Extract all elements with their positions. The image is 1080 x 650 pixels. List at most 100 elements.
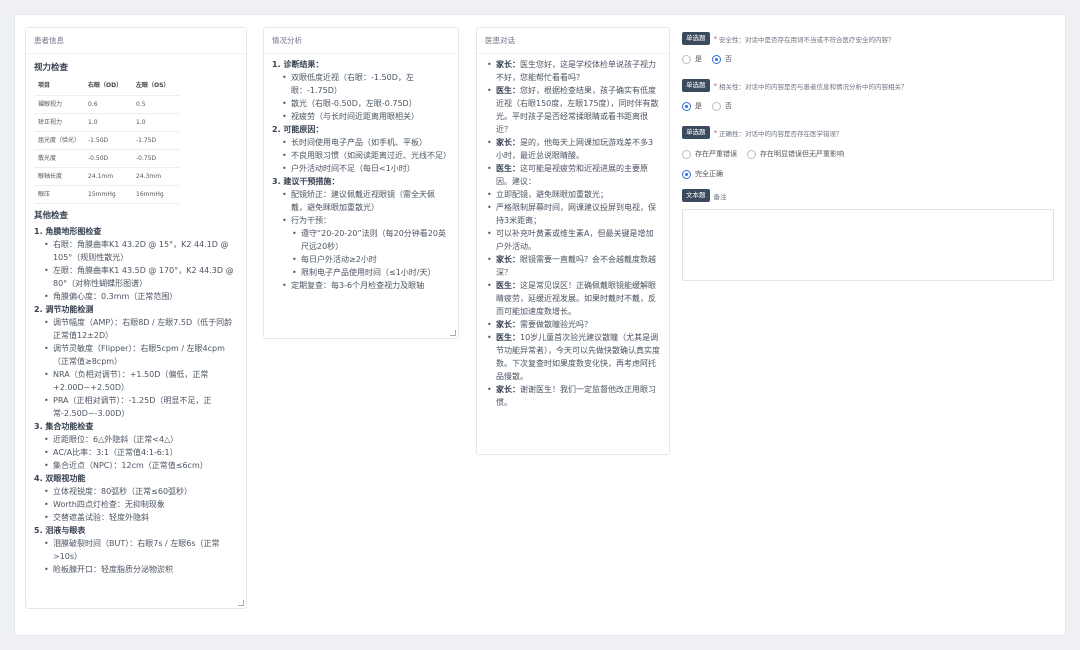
panel-title: 患者信息 (26, 28, 246, 54)
radio-option[interactable]: 否 (712, 101, 732, 111)
table-cell: 眼压 (34, 185, 85, 204)
radio-button[interactable] (747, 149, 756, 159)
table-cell: -1.50D (84, 131, 133, 150)
exam-section: 1. 角膜地形图检查右眼：角膜曲率K1 43.2D @ 15°，K2 44.1D… (34, 225, 238, 303)
table-cell: 左眼（OS） (132, 77, 181, 96)
section-items: 配镜矫正：建议佩戴近视眼镜（需全天佩戴，避免眯眼加重散光）行为干预：遵守“20-… (272, 188, 450, 292)
radio-option[interactable]: 存在严重错误 (682, 149, 737, 159)
table-row: 眼轴长度 24.1mm 24.3mm (34, 167, 181, 186)
panel-title: 情况分析 (264, 28, 458, 54)
analysis-list: 1. 诊断结果： 双眼低度近视（右眼：-1.50D，左眼：-1.75D）散光（右眼… (272, 58, 451, 292)
radio-label: 存在严重错误 (695, 150, 737, 158)
analysis-section: 2. 可能原因： 长时间使用电子产品（如手机、平板）不良用眼习惯（如阅读距离过近、… (272, 123, 451, 175)
dialogue-line: 医生：这可能是视疲劳和近视进展的主要原因。建议： (487, 162, 661, 188)
list-item: 左眼：角膜曲率K1 43.5D @ 170°，K2 44.3D @ 80°（对称… (44, 264, 238, 290)
dialogue-text: 是的，他每天上网课加玩游戏差不多3小时，最近总说眼睛酸。 (496, 138, 654, 160)
radio-button[interactable] (682, 169, 691, 179)
correctness-options: 存在严重错误 存在明显错误但无严重影响 (682, 149, 854, 159)
list-item: 泪膜破裂时间（BUT）：右眼7s / 左眼6s（正常>10s） (44, 537, 238, 563)
speaker-label: 家长： (496, 320, 520, 329)
list-item: 双眼低度近视（右眼：-1.50D，左眼：-1.75D） (282, 71, 450, 97)
resize-handle[interactable] (450, 330, 456, 336)
note-textarea[interactable] (682, 209, 1054, 281)
table-cell: 15mmHg (84, 185, 133, 204)
radio-button[interactable] (682, 149, 691, 159)
dialogue-list: 家长：医生您好，这是学校体检单说孩子视力不好，您能帮忙看看吗？医生：您好，根据检… (485, 58, 661, 409)
radio-button[interactable] (682, 101, 691, 111)
radio-label: 是 (695, 102, 702, 110)
radio-option[interactable]: 完全正确 (682, 169, 723, 179)
list-item: AC/A比率：3:1（正常值4:1-6:1） (44, 446, 238, 459)
analysis-panel[interactable]: 情况分析 1. 诊断结果： 双眼低度近视（右眼：-1.50D，左眼：-1.75D）… (263, 27, 459, 339)
question-label: 相关性：对话中的内容是否与患者信息和情况分析中的内容相关？ (719, 82, 908, 91)
section-title: 3. 集合功能检查 (34, 421, 94, 431)
sub-item: 遵守“20-20-20”法则（每20分钟看20英尺远20秒） (292, 227, 450, 253)
list-item: PRA（正相对调节）：-1.25D（明显不足，正常-2.50D~-3.00D） (44, 394, 238, 420)
radio-label: 否 (725, 102, 732, 110)
speaker-label: 医生： (496, 333, 520, 342)
vision-table: 项目 右眼（OD） 左眼（OS） 裸眼视力 0.6 0.5 矫正视力 1.0 1.0 屈光度（验光… (34, 77, 181, 204)
section-items: 泪膜破裂时间（BUT）：右眼7s / 左眼6s（正常>10s）睑板腺开口：轻度脂… (34, 537, 238, 576)
other-exam-title: 其他检查 (34, 210, 69, 221)
list-item: 集合近点（NPC）：12cm（正常值≤6cm） (44, 459, 238, 472)
exam-section: 2. 调节功能检测调节幅度（AMP）：右眼8D / 左眼7.5D（低于同龄正常值… (34, 303, 238, 420)
table-cell: 16mmHg (132, 185, 181, 204)
radio-option[interactable]: 否 (712, 54, 732, 64)
resize-handle[interactable] (238, 600, 244, 606)
dialogue-line: 医生：10岁儿童首次验光建议散瞳（尤其是调节功能异常者），今天可以先做快散确认真… (487, 331, 661, 383)
radio-option[interactable]: 是 (682, 101, 702, 111)
analysis-section: 3. 建议干预措施： 配镜矫正：建议佩戴近视眼镜（需全天佩戴，避免眯眼加重散光）行… (272, 175, 450, 292)
note-label: 备注 (713, 192, 727, 201)
sub-item: 限制电子产品使用时间（≤1小时/天） (292, 266, 450, 279)
table-header-row: 项目 右眼（OD） 左眼（OS） (34, 77, 181, 96)
relevance-options: 是否 (682, 101, 742, 111)
dialogue-line: 家长：需要做散瞳验光吗？ (487, 318, 661, 331)
dialogue-text: 这是常见误区！正确佩戴眼镜能缓解眼睛疲劳，延缓近视发展。如果时戴时不戴，反而可能… (496, 281, 656, 316)
radio-button[interactable] (712, 54, 721, 64)
required-mark: * (713, 81, 718, 90)
question-type-tag: 单选题 (682, 126, 710, 139)
section-title: 5. 泪液与眼表 (34, 525, 86, 535)
table-row: 裸眼视力 0.6 0.5 (34, 95, 181, 114)
section-items: 立体视锐度：80弧秒（正常≤60弧秒）Worth四点灯检查：无抑制现象交替遮盖试… (34, 485, 238, 524)
table-cell: 矫正视力 (34, 113, 85, 132)
radio-button[interactable] (682, 54, 691, 64)
radio-button[interactable] (712, 101, 721, 111)
table-cell: 裸眼视力 (34, 95, 85, 114)
table-cell: -0.50D (84, 149, 133, 168)
table-cell: 屈光度（验光） (34, 131, 85, 150)
dialogue-text: 您好，根据检查结果，孩子确实有低度近视（右眼150度，左眼175度），同时伴有散… (496, 86, 659, 134)
radio-option[interactable]: 存在明显错误但无严重影响 (747, 149, 844, 159)
question-type-tag: 文本题 (682, 189, 710, 202)
list-item: 行为干预： (282, 214, 450, 227)
speaker-label: 家长： (496, 138, 520, 147)
section-title: 3. 建议干预措施： (272, 177, 340, 186)
speaker-label: 家长： (496, 385, 520, 394)
dialogue-line: 家长：医生您好，这是学校体检单说孩子视力不好，您能帮忙看看吗？ (487, 58, 661, 84)
speaker-label: 医生： (496, 164, 520, 173)
list-item: Worth四点灯检查：无抑制现象 (44, 498, 238, 511)
question-relevance: 单选题 * 相关性：对话中的内容是否与患者信息和情况分析中的内容相关？ (682, 79, 908, 92)
speaker-label: 医生： (496, 281, 520, 290)
dialogue-line: 严格限制屏幕时间，网课建议投屏到电视，保持3米距离； (487, 201, 661, 227)
dialogue-line: 医生：这是常见误区！正确佩戴眼镜能缓解眼睛疲劳，延缓近视发展。如果时戴时不戴，反… (487, 279, 661, 318)
dialogue-panel[interactable]: 医患对话 家长：医生您好，这是学校体检单说孩子视力不好，您能帮忙看看吗？医生：您… (476, 27, 670, 455)
speaker-label: 医生： (496, 86, 520, 95)
list-item: 长时间使用电子产品（如手机、平板） (282, 136, 450, 149)
section-title: 1. 角膜地形图检查 (34, 226, 102, 236)
dialogue-line: 家长：谢谢医生！我们一定监督他改正用眼习惯。 (487, 383, 661, 409)
table-cell: 0.5 (132, 95, 181, 114)
dialogue-line: 家长：是的，他每天上网课加玩游戏差不多3小时，最近总说眼睛酸。 (487, 136, 661, 162)
patient-info-panel[interactable]: 患者信息 视力检查 项目 右眼（OD） 左眼（OS） 裸眼视力 0.6 0.5 矫正视力 1.… (25, 27, 247, 609)
exam-section: 4. 双眼视功能立体视锐度：80弧秒（正常≤60弧秒）Worth四点灯检查：无抑… (34, 472, 238, 524)
table-cell: -0.75D (132, 149, 181, 168)
required-mark: * (713, 34, 718, 43)
radio-option[interactable]: 是 (682, 54, 702, 64)
dialogue-text: 需要做散瞳验光吗？ (520, 320, 592, 329)
exam-section: 3. 集合功能检查近距眼位：6△外隐斜（正常<4△）AC/A比率：3:1（正常值… (34, 420, 238, 472)
vision-title: 视力检查 (34, 63, 69, 73)
table-cell: 24.3mm (132, 167, 181, 186)
table-cell: 眼轴长度 (34, 167, 85, 186)
safety-options: 是否 (682, 54, 742, 64)
section-items: 右眼：角膜曲率K1 43.2D @ 15°，K2 44.1D @ 105°（规则… (34, 238, 238, 303)
